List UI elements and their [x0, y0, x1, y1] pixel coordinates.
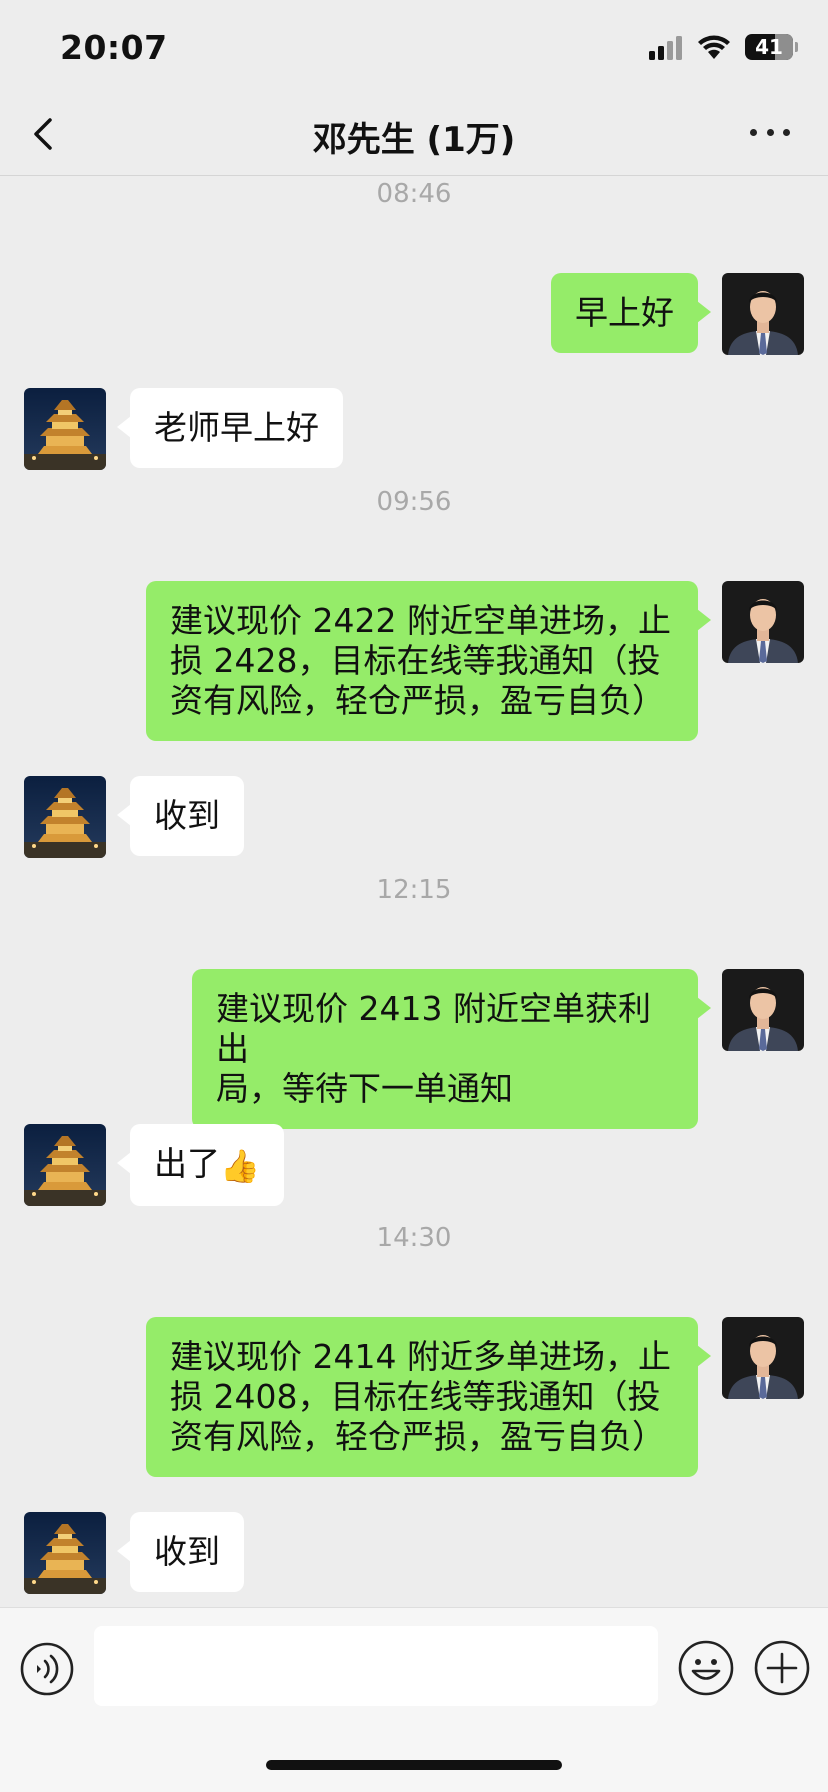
battery-level-text: 41	[755, 35, 783, 59]
message-line: 局，等待下一单通知	[216, 1069, 513, 1108]
received-message[interactable]: 收到	[117, 1512, 244, 1592]
chat-header: 邓先生 (1万)	[0, 92, 828, 176]
battery-icon: 41	[745, 34, 793, 60]
plus-icon[interactable]	[754, 1640, 810, 1696]
emoji-icon[interactable]	[678, 1640, 734, 1696]
contact-avatar[interactable]	[24, 1124, 106, 1206]
voice-icon[interactable]	[20, 1642, 74, 1696]
timestamp: 08:46	[376, 179, 452, 209]
sent-message[interactable]: 早上好	[551, 273, 711, 353]
status-time: 20:07	[60, 28, 168, 67]
message-text: 出了	[154, 1144, 220, 1183]
timestamp: 12:15	[376, 875, 452, 905]
status-icons: 41	[649, 34, 798, 60]
contact-avatar[interactable]	[24, 776, 106, 858]
self-avatar[interactable]	[722, 1317, 804, 1399]
more-dots-icon[interactable]	[750, 126, 790, 138]
message-line: 资有风险，轻仓严损，盈亏自负）	[170, 681, 665, 720]
message-line: 建议现价 2414 附近多单进场，止	[170, 1337, 671, 1376]
timestamp: 09:56	[376, 487, 452, 517]
home-indicator[interactable]	[266, 1760, 562, 1770]
message-line: 资有风险，轻仓严损，盈亏自负）	[170, 1417, 665, 1456]
self-avatar[interactable]	[722, 581, 804, 663]
sent-message[interactable]: 建议现价 2413 附近空单获利出 局，等待下一单通知	[192, 969, 711, 1129]
chat-title[interactable]: 邓先生 (1万)	[0, 112, 828, 161]
self-avatar[interactable]	[722, 969, 804, 1051]
signal-icon	[649, 34, 683, 60]
status-bar: 20:07 41	[0, 0, 828, 92]
received-message[interactable]: 老师早上好	[117, 388, 343, 468]
received-message[interactable]: 出了👍	[117, 1124, 284, 1206]
sent-message[interactable]: 建议现价 2414 附近多单进场，止 损 2408，目标在线等我通知（投 资有风…	[146, 1317, 711, 1477]
self-avatar[interactable]	[722, 273, 804, 355]
message-list[interactable]: 08:46 早上好 老师早上好 09:56 建议现价 2422 附近空单进场，止…	[0, 177, 828, 1607]
timestamp: 14:30	[376, 1223, 452, 1253]
sent-message[interactable]: 建议现价 2422 附近空单进场，止 损 2428，目标在线等我通知（投 资有风…	[146, 581, 711, 741]
battery-cap	[795, 42, 798, 52]
contact-avatar[interactable]	[24, 388, 106, 470]
thumbs-up-icon: 👍	[220, 1147, 260, 1185]
message-input[interactable]	[94, 1626, 658, 1706]
wifi-icon	[698, 35, 730, 59]
message-line: 建议现价 2413 附近空单获利出	[216, 989, 651, 1068]
contact-avatar[interactable]	[24, 1512, 106, 1594]
received-message[interactable]: 收到	[117, 776, 244, 856]
message-line: 建议现价 2422 附近空单进场，止	[170, 601, 671, 640]
message-line: 损 2408，目标在线等我通知（投	[170, 1377, 661, 1416]
message-line: 损 2428，目标在线等我通知（投	[170, 641, 661, 680]
